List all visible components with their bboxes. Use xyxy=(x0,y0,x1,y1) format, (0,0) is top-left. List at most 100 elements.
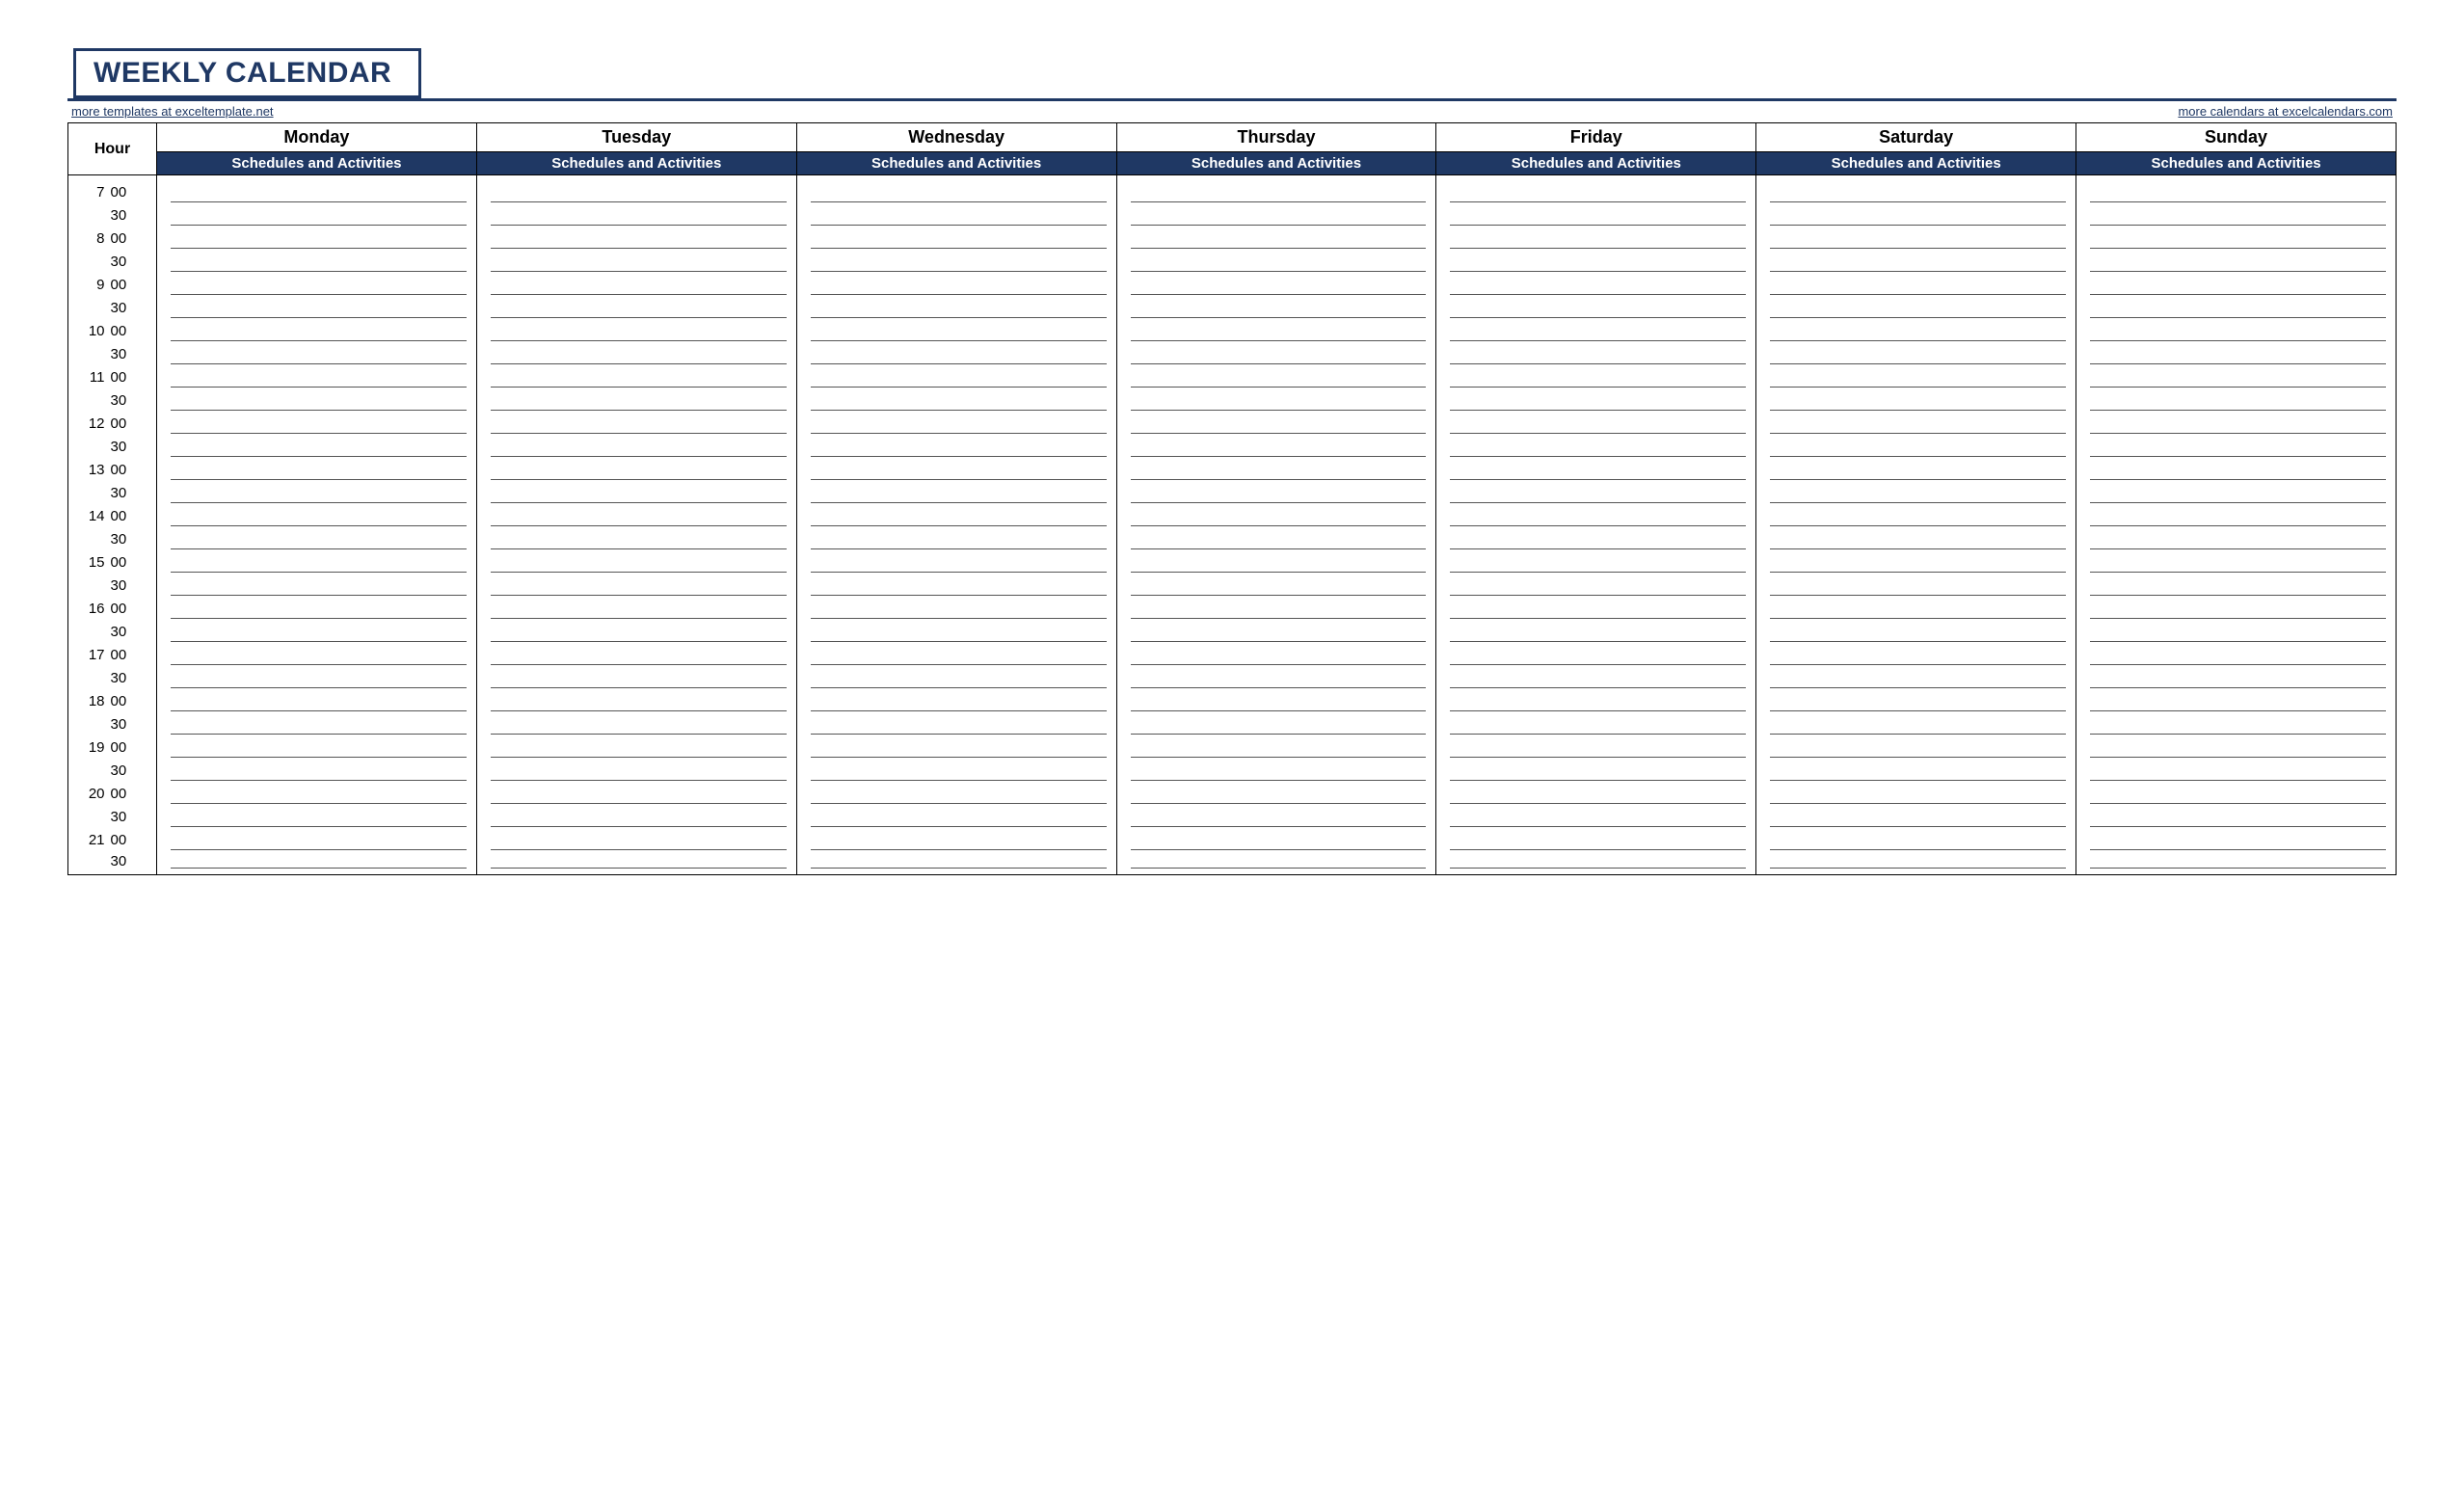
schedule-cell[interactable] xyxy=(476,667,796,690)
schedule-cell[interactable] xyxy=(1756,621,2076,644)
schedule-cell[interactable] xyxy=(796,505,1116,528)
schedule-cell[interactable] xyxy=(1116,528,1436,551)
schedule-cell[interactable] xyxy=(157,621,477,644)
schedule-cell[interactable] xyxy=(796,204,1116,227)
schedule-cell[interactable] xyxy=(157,413,477,436)
schedule-cell[interactable] xyxy=(796,575,1116,598)
schedule-cell[interactable] xyxy=(796,227,1116,251)
schedule-cell[interactable] xyxy=(157,852,477,875)
schedule-cell[interactable] xyxy=(2076,204,2397,227)
schedule-cell[interactable] xyxy=(2076,482,2397,505)
schedule-cell[interactable] xyxy=(1116,413,1436,436)
schedule-cell[interactable] xyxy=(1116,227,1436,251)
schedule-cell[interactable] xyxy=(476,366,796,389)
schedule-cell[interactable] xyxy=(2076,459,2397,482)
more-calendars-link[interactable]: more calendars at excelcalendars.com xyxy=(2178,104,2393,119)
schedule-cell[interactable] xyxy=(1756,806,2076,829)
schedule-cell[interactable] xyxy=(1436,343,1756,366)
schedule-cell[interactable] xyxy=(1436,274,1756,297)
schedule-cell[interactable] xyxy=(1756,713,2076,736)
schedule-cell[interactable] xyxy=(796,551,1116,575)
schedule-cell[interactable] xyxy=(796,482,1116,505)
schedule-cell[interactable] xyxy=(1756,760,2076,783)
schedule-cell[interactable] xyxy=(157,175,477,204)
schedule-cell[interactable] xyxy=(796,598,1116,621)
schedule-cell[interactable] xyxy=(157,783,477,806)
schedule-cell[interactable] xyxy=(2076,175,2397,204)
schedule-cell[interactable] xyxy=(1436,621,1756,644)
more-templates-link[interactable]: more templates at exceltemplate.net xyxy=(71,104,274,119)
schedule-cell[interactable] xyxy=(1436,575,1756,598)
schedule-cell[interactable] xyxy=(476,175,796,204)
schedule-cell[interactable] xyxy=(796,389,1116,413)
schedule-cell[interactable] xyxy=(1116,806,1436,829)
schedule-cell[interactable] xyxy=(1436,320,1756,343)
schedule-cell[interactable] xyxy=(1756,829,2076,852)
schedule-cell[interactable] xyxy=(796,459,1116,482)
schedule-cell[interactable] xyxy=(2076,413,2397,436)
schedule-cell[interactable] xyxy=(1756,413,2076,436)
schedule-cell[interactable] xyxy=(1756,551,2076,575)
schedule-cell[interactable] xyxy=(2076,621,2397,644)
schedule-cell[interactable] xyxy=(2076,505,2397,528)
schedule-cell[interactable] xyxy=(1116,175,1436,204)
schedule-cell[interactable] xyxy=(157,227,477,251)
schedule-cell[interactable] xyxy=(157,806,477,829)
schedule-cell[interactable] xyxy=(157,505,477,528)
schedule-cell[interactable] xyxy=(796,343,1116,366)
schedule-cell[interactable] xyxy=(157,760,477,783)
schedule-cell[interactable] xyxy=(1436,760,1756,783)
schedule-cell[interactable] xyxy=(476,806,796,829)
schedule-cell[interactable] xyxy=(157,274,477,297)
schedule-cell[interactable] xyxy=(476,829,796,852)
schedule-cell[interactable] xyxy=(796,621,1116,644)
schedule-cell[interactable] xyxy=(2076,528,2397,551)
schedule-cell[interactable] xyxy=(476,713,796,736)
schedule-cell[interactable] xyxy=(157,436,477,459)
schedule-cell[interactable] xyxy=(796,783,1116,806)
schedule-cell[interactable] xyxy=(1116,829,1436,852)
schedule-cell[interactable] xyxy=(796,806,1116,829)
schedule-cell[interactable] xyxy=(1116,551,1436,575)
schedule-cell[interactable] xyxy=(796,829,1116,852)
schedule-cell[interactable] xyxy=(476,227,796,251)
schedule-cell[interactable] xyxy=(1436,459,1756,482)
schedule-cell[interactable] xyxy=(157,528,477,551)
schedule-cell[interactable] xyxy=(2076,806,2397,829)
schedule-cell[interactable] xyxy=(1116,482,1436,505)
schedule-cell[interactable] xyxy=(476,760,796,783)
schedule-cell[interactable] xyxy=(476,598,796,621)
schedule-cell[interactable] xyxy=(796,413,1116,436)
schedule-cell[interactable] xyxy=(796,436,1116,459)
schedule-cell[interactable] xyxy=(476,459,796,482)
schedule-cell[interactable] xyxy=(2076,598,2397,621)
schedule-cell[interactable] xyxy=(2076,690,2397,713)
schedule-cell[interactable] xyxy=(1436,389,1756,413)
schedule-cell[interactable] xyxy=(1756,598,2076,621)
schedule-cell[interactable] xyxy=(1756,227,2076,251)
schedule-cell[interactable] xyxy=(2076,251,2397,274)
schedule-cell[interactable] xyxy=(1436,667,1756,690)
schedule-cell[interactable] xyxy=(2076,436,2397,459)
schedule-cell[interactable] xyxy=(157,366,477,389)
schedule-cell[interactable] xyxy=(157,690,477,713)
schedule-cell[interactable] xyxy=(1116,736,1436,760)
schedule-cell[interactable] xyxy=(1756,389,2076,413)
schedule-cell[interactable] xyxy=(796,736,1116,760)
schedule-cell[interactable] xyxy=(2076,575,2397,598)
schedule-cell[interactable] xyxy=(1436,806,1756,829)
schedule-cell[interactable] xyxy=(1756,251,2076,274)
schedule-cell[interactable] xyxy=(1756,297,2076,320)
schedule-cell[interactable] xyxy=(157,389,477,413)
schedule-cell[interactable] xyxy=(1116,598,1436,621)
schedule-cell[interactable] xyxy=(2076,829,2397,852)
schedule-cell[interactable] xyxy=(476,644,796,667)
schedule-cell[interactable] xyxy=(1116,690,1436,713)
schedule-cell[interactable] xyxy=(157,204,477,227)
schedule-cell[interactable] xyxy=(157,736,477,760)
schedule-cell[interactable] xyxy=(1116,459,1436,482)
schedule-cell[interactable] xyxy=(2076,320,2397,343)
schedule-cell[interactable] xyxy=(1116,575,1436,598)
schedule-cell[interactable] xyxy=(2076,644,2397,667)
schedule-cell[interactable] xyxy=(476,436,796,459)
